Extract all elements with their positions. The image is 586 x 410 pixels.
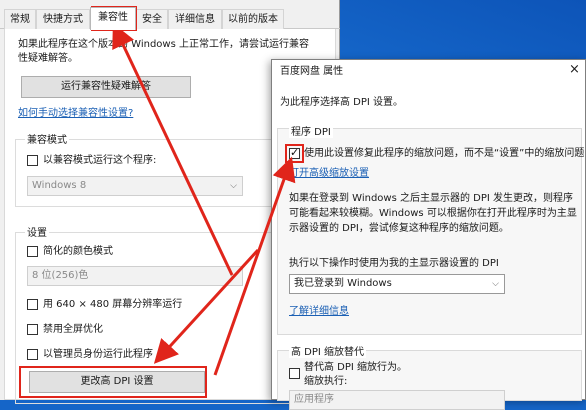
arrow-to-dpi-checkbox bbox=[213, 156, 296, 376]
tab-compatibility[interactable]: 兼容性 bbox=[90, 7, 136, 30]
annotation-arrows bbox=[112, 23, 296, 376]
arrow-to-compatibility-tab bbox=[112, 23, 234, 276]
arrow-to-change-dpi-button bbox=[153, 248, 260, 364]
